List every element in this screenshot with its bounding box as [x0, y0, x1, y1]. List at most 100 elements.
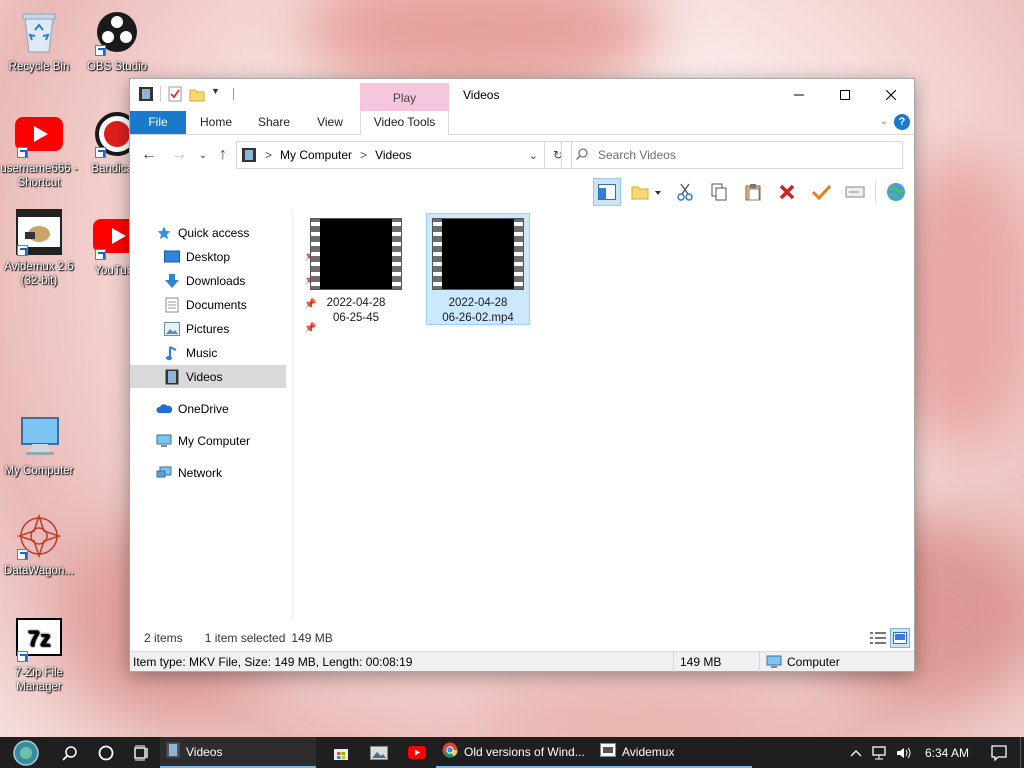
- taskbar-task-chrome[interactable]: Old versions of Wind...: [436, 737, 594, 768]
- action-center-icon[interactable]: [978, 737, 1020, 768]
- nav-item-documents[interactable]: Documents 📌: [164, 293, 316, 316]
- pictures-icon: [164, 321, 180, 337]
- copy-icon[interactable]: [705, 178, 733, 206]
- status-item-info: Item type: MKV File, Size: 149 MB, Lengt…: [130, 651, 674, 672]
- preview-pane-icon[interactable]: [593, 178, 621, 206]
- video-file-icon: [310, 218, 402, 290]
- desktop-icon-label: OBS Studio: [86, 61, 148, 73]
- photos-icon[interactable]: [360, 737, 398, 768]
- rename-icon[interactable]: [841, 178, 869, 206]
- store-icon[interactable]: [322, 737, 360, 768]
- task-view-icon[interactable]: [124, 737, 160, 768]
- folder-options-icon[interactable]: [627, 178, 665, 206]
- close-button[interactable]: [868, 79, 914, 110]
- tab-file[interactable]: File: [130, 111, 186, 134]
- desktop-icon-label: DataWagon...: [4, 565, 74, 577]
- file-item[interactable]: 2022-04-28 06-25-45: [304, 214, 408, 326]
- nav-quick-access[interactable]: Quick access: [156, 221, 290, 244]
- avidemux-icon: [15, 208, 63, 256]
- nav-item-pictures[interactable]: Pictures 📌: [164, 317, 316, 340]
- obs-studio-icon: [93, 8, 141, 56]
- desktop-icon-username666-shortcut[interactable]: username666 - Shortcut: [0, 110, 78, 190]
- properties-icon[interactable]: [167, 86, 183, 102]
- network-icon: [156, 465, 172, 481]
- cut-icon[interactable]: [671, 178, 699, 206]
- caption-buttons: [776, 79, 914, 110]
- nav-label: Desktop: [186, 249, 231, 264]
- address-dropdown-icon[interactable]: ⌄: [529, 149, 538, 162]
- clock[interactable]: 6:34 AM: [916, 737, 978, 768]
- expand-ribbon-icon[interactable]: ⌄: [880, 116, 888, 127]
- details-view-icon[interactable]: [868, 628, 888, 648]
- avidemux-icon: [600, 743, 616, 760]
- forward-button[interactable]: →: [170, 146, 188, 164]
- youtube-icon: [15, 110, 63, 158]
- desktop-icon-avidemux[interactable]: Avidemux 2.6 (32-bit): [0, 208, 78, 288]
- start-button[interactable]: [0, 737, 52, 768]
- desktop-icon-obs-studio[interactable]: OBS Studio: [78, 8, 156, 74]
- file-list: 2022-04-28 06-25-45 2022-04-28 06-26-02.…: [296, 210, 912, 620]
- back-button[interactable]: ←: [140, 146, 158, 164]
- youtube-icon[interactable]: [398, 737, 436, 768]
- tab-view[interactable]: View: [306, 111, 354, 134]
- show-desktop-button[interactable]: [1020, 737, 1024, 768]
- nav-item-videos[interactable]: Videos: [130, 365, 286, 388]
- recent-locations-button[interactable]: ⌄: [194, 146, 212, 164]
- network-tray-icon[interactable]: [868, 737, 892, 768]
- svg-text:7z: 7z: [27, 626, 50, 651]
- selection-size: 149 MB: [291, 631, 333, 645]
- nav-onedrive[interactable]: OneDrive: [156, 397, 290, 420]
- breadcrumb-separator: >: [360, 148, 368, 162]
- paste-icon[interactable]: [739, 178, 767, 206]
- maximize-button[interactable]: [822, 79, 868, 110]
- taskbar-task-videos[interactable]: Videos: [160, 737, 316, 768]
- delete-icon[interactable]: [773, 178, 801, 206]
- ribbon-tabs: File Home Share View Video Tools ⌄ ?: [130, 111, 914, 135]
- customize-qat-icon[interactable]: ▼: [211, 86, 227, 102]
- file-item-selected[interactable]: 2022-04-28 06-26-02.mp4: [426, 213, 530, 325]
- video-folder-icon: [241, 147, 257, 163]
- address-row: ← → ⌄ ↑ > My Computer > Videos ⌄ ↻ Searc…: [130, 139, 914, 171]
- pane-splitter[interactable]: [292, 210, 293, 620]
- view-switcher: [868, 628, 910, 648]
- item-status-row: 2 items 1 item selected 149 MB: [130, 626, 914, 650]
- tab-share[interactable]: Share: [250, 111, 298, 134]
- nav-label: Network: [178, 465, 223, 480]
- search-taskbar-icon[interactable]: [52, 737, 88, 768]
- globe-icon[interactable]: [882, 178, 910, 206]
- tab-home[interactable]: Home: [192, 111, 240, 134]
- help-icon[interactable]: ?: [894, 114, 910, 130]
- search-input[interactable]: Search Videos: [561, 141, 903, 169]
- window-title: Videos: [463, 88, 500, 102]
- desktop-icon: [164, 249, 180, 265]
- desktop-icon-datawagon[interactable]: DataWagon...: [0, 512, 78, 578]
- desktop-icon-recycle-bin[interactable]: Recycle Bin: [0, 8, 78, 74]
- tab-video-tools[interactable]: Video Tools: [360, 111, 449, 135]
- minimize-button[interactable]: [776, 79, 822, 110]
- computer-icon: [766, 655, 782, 669]
- nav-item-desktop[interactable]: Desktop 📌: [164, 245, 316, 268]
- desktop-icon-my-computer[interactable]: My Computer: [0, 412, 78, 478]
- taskbar-task-avidemux[interactable]: Avidemux: [594, 737, 752, 768]
- nav-my-computer[interactable]: My Computer: [156, 429, 290, 452]
- address-bar[interactable]: > My Computer > Videos ⌄: [236, 141, 545, 169]
- checkmark-icon[interactable]: [807, 178, 835, 206]
- breadcrumb-videos[interactable]: Videos: [375, 148, 411, 162]
- volume-icon[interactable]: [892, 737, 916, 768]
- up-button[interactable]: ↑: [214, 146, 232, 164]
- nav-network[interactable]: Network: [156, 461, 290, 484]
- file-name-line2: 06-26-02.mp4: [442, 312, 514, 324]
- music-icon: [164, 345, 180, 361]
- nav-label: Pictures: [186, 321, 230, 336]
- nav-label: Downloads: [186, 273, 246, 288]
- nav-item-downloads[interactable]: Downloads 📌: [164, 269, 316, 292]
- nav-item-music[interactable]: Music: [164, 341, 290, 364]
- large-icons-view-icon[interactable]: [890, 628, 910, 648]
- 7zip-icon: 7z: [15, 614, 63, 662]
- toolbar-separator: [875, 181, 876, 203]
- show-hidden-icons-chevron-icon[interactable]: [844, 737, 868, 768]
- desktop-icon-7zip[interactable]: 7z 7-Zip File Manager: [0, 614, 78, 694]
- cortana-icon[interactable]: [88, 737, 124, 768]
- new-folder-icon[interactable]: [189, 86, 205, 102]
- breadcrumb-my-computer[interactable]: My Computer: [280, 148, 352, 162]
